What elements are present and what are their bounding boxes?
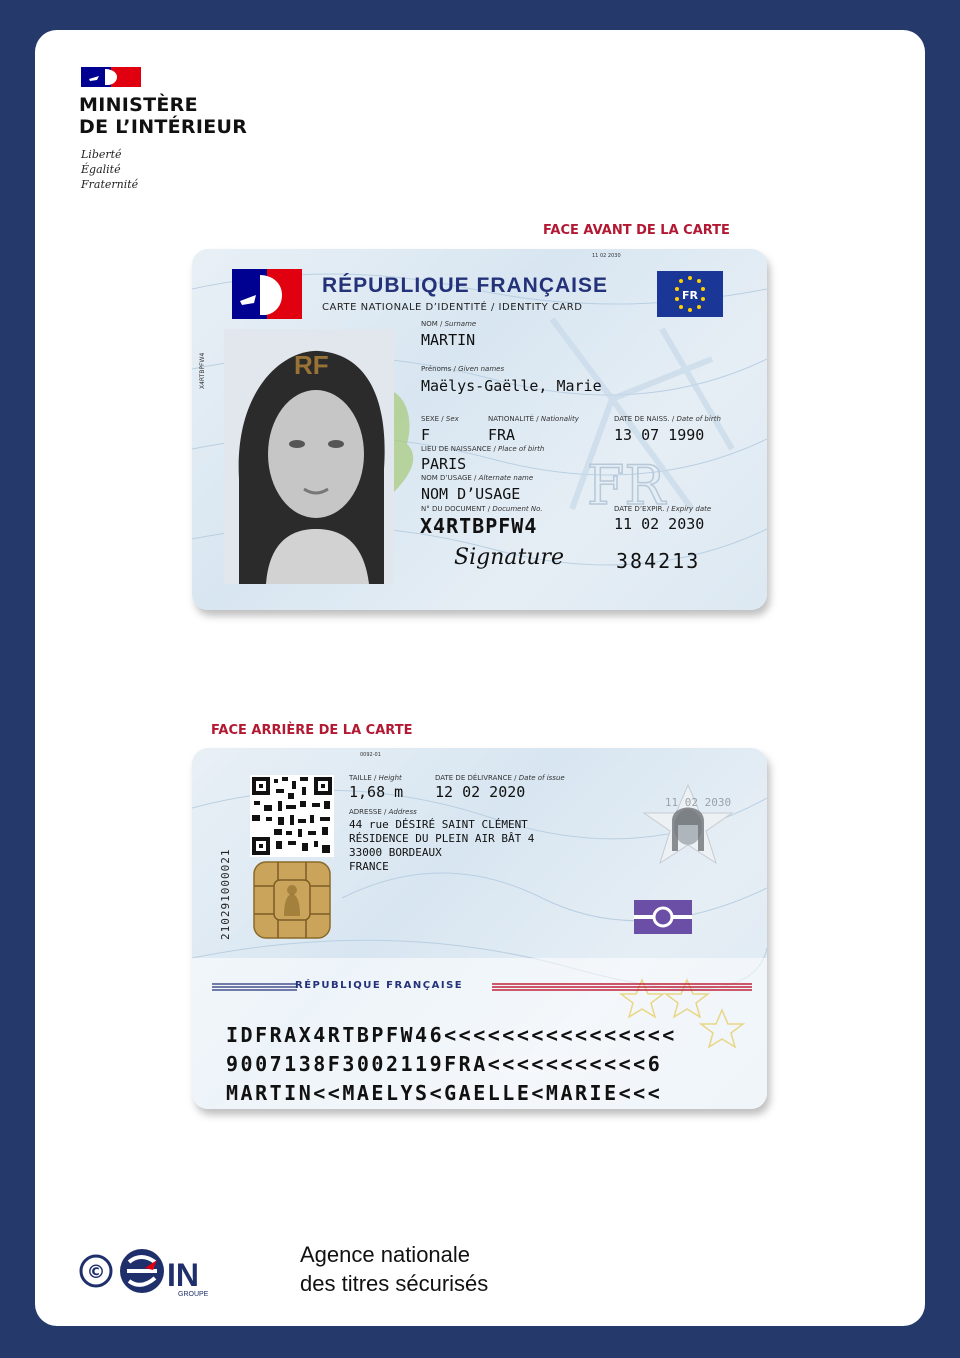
chip-icon xyxy=(253,861,331,939)
address-label: ADRESSE / Address xyxy=(349,808,417,816)
ghost-photo: 11 02 2030 xyxy=(642,783,734,865)
usage-name-label: NOM D’USAGE / Alternate name xyxy=(421,474,534,482)
id-card-back: 210291000021 0092-01 TAILLE / Height 1,6… xyxy=(192,748,767,1109)
marianne-flag-logo xyxy=(81,67,141,87)
band-label: RÉPUBLIQUE FRANÇAISE xyxy=(295,980,464,991)
signature: Signature xyxy=(454,545,565,570)
given-names-value: Maëlys-Gaëlle, Marie xyxy=(421,377,602,395)
id-card-front: FR RF RÉPUBLIQUE FRANÇAISE CARTE NATIONA… xyxy=(192,249,767,610)
usage-name-value: NOM D’USAGE xyxy=(421,485,521,503)
mrz-line: 9007138F3002119FRA<<<<<<<<<<<6 xyxy=(226,1052,663,1076)
datamatrix-code xyxy=(250,775,334,857)
surname-label: NOM / Surname xyxy=(421,320,477,328)
agency-name: Agence nationale des titres sécurisés xyxy=(300,1242,489,1296)
in-groupe-logo: © IN GROUPE xyxy=(79,1249,209,1298)
eu-flag-icon: FR xyxy=(657,271,723,317)
top-microtext: 0092-01 xyxy=(360,752,381,758)
address-block: 44 rue DÉSIRÉ SAINT CLÉMENT RÉSIDENCE DU… xyxy=(349,818,535,873)
height-label: TAILLE / Height xyxy=(349,774,402,782)
republic-header: RÉPUBLIQUE FRANÇAISE xyxy=(322,274,609,297)
eu-country-code: FR xyxy=(682,289,699,302)
pob-label: LIEU DE NAISSANCE / Place of birth xyxy=(421,445,545,453)
card-subheader: CARTE NATIONALE D’IDENTITÉ / IDENTITY CA… xyxy=(322,302,583,313)
mrz-line: MARTIN<<MAELYS<GAELLE<MARIE<<< xyxy=(226,1081,663,1105)
expiry-label: DATE D’EXPIR. / Expiry date xyxy=(614,505,712,513)
document-sheet: MINISTÈRE DE L’INTÉRIEUR Liberté Égalité… xyxy=(35,30,925,1326)
front-face-label: FACE AVANT DE LA CARTE xyxy=(543,223,730,238)
sex-label: SEXE / Sex xyxy=(421,415,459,423)
document-number-label: N° DU DOCUMENT / Document No. xyxy=(421,505,543,513)
given-names-label: Prénoms / Given names xyxy=(421,365,505,373)
top-microtext: 11 02 2030 xyxy=(592,253,621,259)
expiry-value: 11 02 2030 xyxy=(614,515,705,533)
marianne-flag-logo xyxy=(232,269,302,319)
issue-date-value: 12 02 2020 xyxy=(435,783,526,801)
document-number: X4RTBPFW4 xyxy=(420,514,538,538)
dob-label: DATE DE NAISS. / Date of birth xyxy=(614,415,721,423)
back-face-label: FACE ARRIÈRE DE LA CARTE xyxy=(211,723,413,738)
tricolor-band xyxy=(212,983,752,991)
height-value: 1,68 m xyxy=(349,783,404,801)
ghost-date: 11 02 2030 xyxy=(665,796,731,809)
copyright-symbol: © xyxy=(87,1261,106,1283)
republic-motto: Liberté Égalité Fraternité xyxy=(81,148,139,191)
nationality-value: FRA xyxy=(488,426,516,444)
sex-value: F xyxy=(421,426,431,444)
side-code: X4RTBPFW4 xyxy=(199,352,206,389)
dob-value: 13 07 1990 xyxy=(614,426,705,444)
nationality-label: NATIONALITÉ / Nationality xyxy=(488,415,579,423)
mrz-line: IDFRAX4RTBPFW46<<<<<<<<<<<<<<<< xyxy=(226,1023,677,1047)
vertical-number: 210291000021 xyxy=(219,848,232,940)
surname-value: MARTIN xyxy=(421,331,476,349)
rf-ghost-mark: RF xyxy=(294,350,329,380)
issue-date-label: DATE DE DÉLIVRANCE / Date of issue xyxy=(435,774,565,782)
brand-subtitle: GROUPE xyxy=(178,1291,209,1298)
ovd-symbol xyxy=(634,900,692,934)
ministry-title: MINISTÈRE DE L’INTÉRIEUR xyxy=(79,94,248,138)
pob-value: PARIS xyxy=(421,455,467,473)
brand-name: IN xyxy=(167,1257,199,1293)
card-access-number: 384213 xyxy=(616,549,701,573)
holder-photo: RF xyxy=(224,329,394,584)
